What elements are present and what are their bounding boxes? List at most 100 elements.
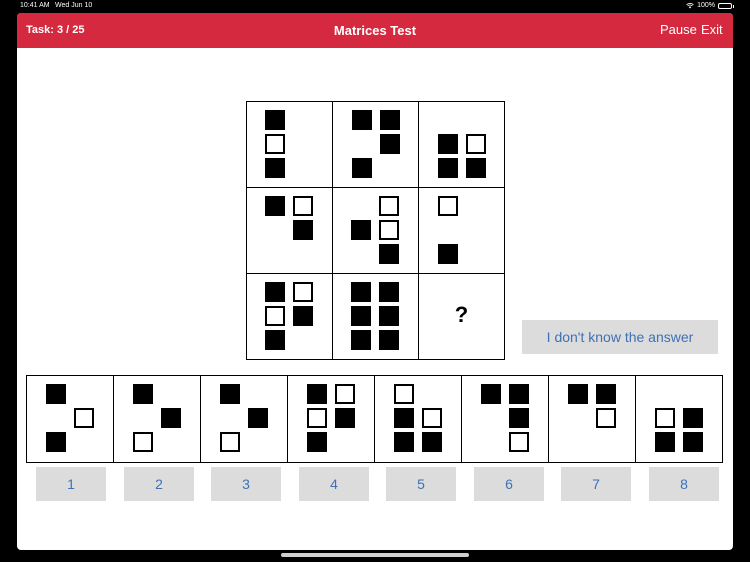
filled-square [438, 244, 458, 264]
filled-square [683, 408, 703, 428]
option-4-figure[interactable] [287, 375, 375, 463]
filled-square [655, 432, 675, 452]
filled-square [466, 158, 486, 178]
filled-square [351, 282, 371, 302]
option-1-figure[interactable] [26, 375, 114, 463]
outline-square [655, 408, 675, 428]
option-5-figure[interactable] [374, 375, 462, 463]
outline-square [422, 408, 442, 428]
wifi-icon [686, 2, 694, 8]
filled-square [683, 432, 703, 452]
filled-square [596, 384, 616, 404]
question-mark: ? [454, 302, 469, 327]
status-right: 100% [686, 2, 734, 9]
matrix-cell-3-2 [332, 273, 419, 360]
filled-square [351, 306, 371, 326]
filled-square [481, 384, 501, 404]
option-8-button[interactable]: 8 [649, 467, 719, 501]
outline-square [293, 282, 313, 302]
filled-square [46, 432, 66, 452]
option-7-button[interactable]: 7 [561, 467, 631, 501]
matrix-cell-missing: ? [418, 273, 505, 360]
filled-square [509, 384, 529, 404]
exit-button[interactable]: Exit [701, 22, 723, 37]
matrix-cell-3-1 [246, 273, 333, 360]
puzzle-matrix: ? [246, 101, 505, 360]
filled-square [335, 408, 355, 428]
header-bar: Task: 3 / 25 Matrices Test Pause Exit [17, 13, 733, 48]
outline-square [133, 432, 153, 452]
filled-square [379, 306, 399, 326]
option-1-button[interactable]: 1 [36, 467, 106, 501]
filled-square [380, 134, 400, 154]
pause-button[interactable]: Pause [660, 22, 697, 37]
outline-square [293, 196, 313, 216]
filled-square [438, 158, 458, 178]
option-3-figure[interactable] [200, 375, 288, 463]
filled-square [379, 330, 399, 350]
filled-square [220, 384, 240, 404]
status-bar: 10:41 AM Wed Jun 10 100% [0, 0, 750, 12]
filled-square [307, 432, 327, 452]
matrix-cell-1-1 [246, 101, 333, 188]
option-2-figure[interactable] [113, 375, 201, 463]
outline-square [438, 196, 458, 216]
filled-square [248, 408, 268, 428]
filled-square [379, 244, 399, 264]
filled-square [394, 408, 414, 428]
option-3-button[interactable]: 3 [211, 467, 281, 501]
filled-square [394, 432, 414, 452]
outline-square [265, 306, 285, 326]
outline-square [335, 384, 355, 404]
option-7-figure[interactable] [548, 375, 636, 463]
filled-square [161, 408, 181, 428]
status-date: Wed Jun 10 [55, 2, 93, 9]
filled-square [265, 196, 285, 216]
outline-square [596, 408, 616, 428]
filled-square [351, 220, 371, 240]
filled-square [265, 158, 285, 178]
matrix-cell-1-3 [418, 101, 505, 188]
matrix-cell-2-3 [418, 187, 505, 274]
filled-square [46, 384, 66, 404]
filled-square [307, 384, 327, 404]
filled-square [265, 330, 285, 350]
filled-square [293, 220, 313, 240]
filled-square [352, 110, 372, 130]
filled-square [265, 282, 285, 302]
outline-square [379, 196, 399, 216]
outline-square [466, 134, 486, 154]
outline-square [220, 432, 240, 452]
option-6-button[interactable]: 6 [474, 467, 544, 501]
filled-square [379, 282, 399, 302]
answer-options [26, 375, 723, 463]
outline-square [74, 408, 94, 428]
status-time: 10:41 AM [20, 2, 50, 9]
matrix-cell-1-2 [332, 101, 419, 188]
home-indicator[interactable] [281, 553, 469, 557]
filled-square [509, 408, 529, 428]
page-title: Matrices Test [333, 23, 417, 38]
outline-square [265, 134, 285, 154]
dont-know-button[interactable]: I don't know the answer [522, 320, 718, 354]
filled-square [568, 384, 588, 404]
option-2-button[interactable]: 2 [124, 467, 194, 501]
filled-square [351, 330, 371, 350]
matrix-cell-2-1 [246, 187, 333, 274]
battery-icon [718, 2, 734, 9]
filled-square [293, 306, 313, 326]
app-screen: Task: 3 / 25 Matrices Test Pause Exit ? … [17, 13, 733, 550]
outline-square [509, 432, 529, 452]
filled-square [422, 432, 442, 452]
option-8-figure[interactable] [635, 375, 723, 463]
filled-square [133, 384, 153, 404]
option-5-button[interactable]: 5 [386, 467, 456, 501]
matrix-cell-2-2 [332, 187, 419, 274]
filled-square [352, 158, 372, 178]
option-6-figure[interactable] [461, 375, 549, 463]
filled-square [265, 110, 285, 130]
battery-percent: 100% [697, 2, 715, 9]
outline-square [394, 384, 414, 404]
filled-square [438, 134, 458, 154]
option-4-button[interactable]: 4 [299, 467, 369, 501]
